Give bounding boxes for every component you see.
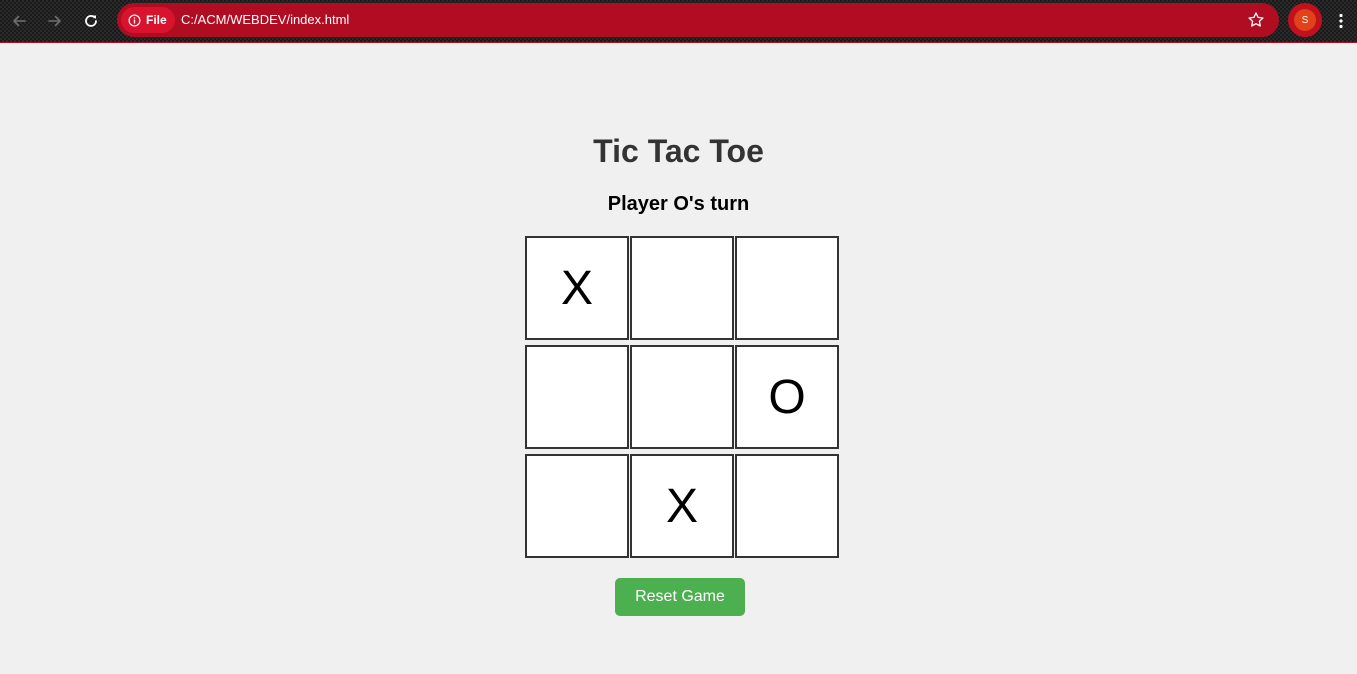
star-icon	[1248, 12, 1264, 27]
board-cell-4[interactable]	[525, 345, 629, 449]
board-cell-7[interactable]	[525, 454, 629, 558]
board-cell-2[interactable]	[630, 236, 734, 340]
back-arrow-icon	[13, 15, 26, 27]
browser-toolbar: File C:/ACM/WEBDEV/index.html S	[0, 0, 1357, 43]
turn-status: Player O's turn	[607, 193, 750, 215]
board-cell-8[interactable]: X	[630, 454, 734, 558]
forward-button[interactable]	[43, 9, 67, 33]
browser-menu-button[interactable]	[1331, 9, 1351, 33]
reload-button[interactable]	[79, 9, 103, 33]
url-text[interactable]: C:/ACM/WEBDEV/index.html	[181, 3, 349, 37]
back-button[interactable]	[7, 9, 31, 33]
game-board: X O X	[525, 236, 840, 558]
profile-button[interactable]: S	[1288, 3, 1322, 37]
board-cell-9[interactable]	[735, 454, 839, 558]
file-chip-label: File	[146, 13, 167, 27]
board-cell-6[interactable]: O	[735, 345, 839, 449]
kebab-menu-icon	[1339, 13, 1343, 29]
page-content: Tic Tac Toe Player O's turn X O X Reset …	[0, 43, 1357, 674]
site-info-chip[interactable]: File	[121, 7, 175, 33]
avatar: S	[1294, 9, 1316, 31]
page-title: Tic Tac Toe	[593, 133, 764, 169]
board-cell-3[interactable]	[735, 236, 839, 340]
avatar-initial: S	[1301, 14, 1309, 26]
address-bar[interactable]: File C:/ACM/WEBDEV/index.html	[117, 3, 1279, 37]
reload-icon	[85, 15, 97, 27]
reset-game-button[interactable]: Reset Game	[615, 578, 745, 616]
forward-arrow-icon	[48, 15, 61, 27]
info-icon	[128, 14, 141, 26]
board-cell-1[interactable]: X	[525, 236, 629, 340]
board-cell-5[interactable]	[630, 345, 734, 449]
bookmark-button[interactable]	[1247, 11, 1265, 29]
